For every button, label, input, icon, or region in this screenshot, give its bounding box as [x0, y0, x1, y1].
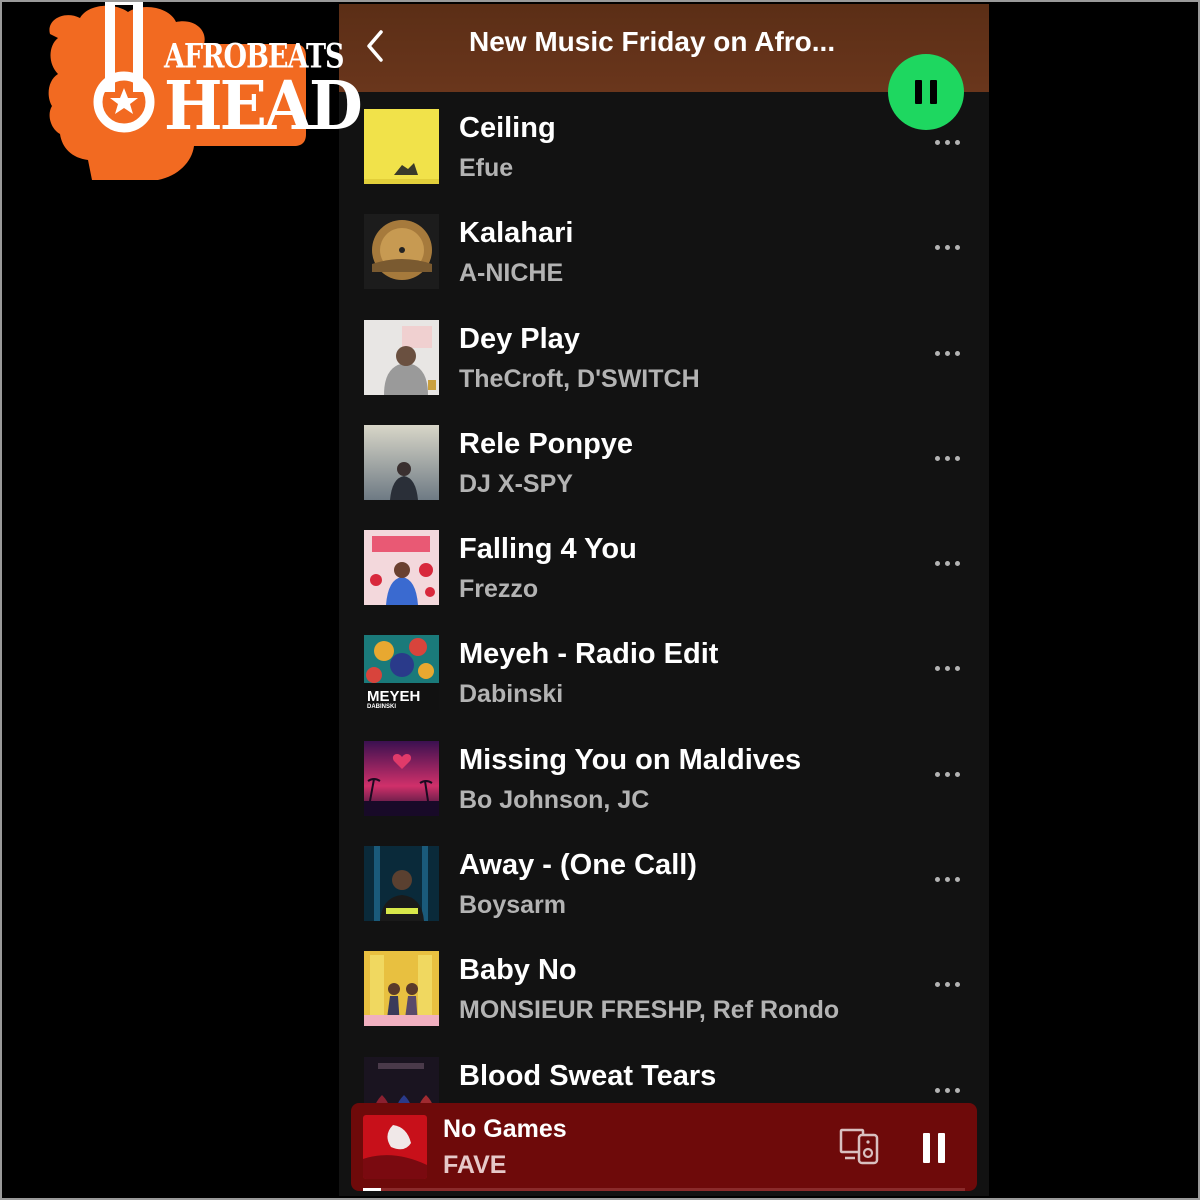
playback-progress-bar[interactable]	[363, 1188, 965, 1191]
track-artist: Bo Johnson, JC	[459, 785, 650, 814]
playlist-title: New Music Friday on Afro...	[469, 26, 836, 57]
now-playing-bar[interactable]: No Games FAVE	[351, 1103, 977, 1191]
track-row[interactable]: Rele Ponpye DJ X-SPY	[339, 420, 989, 525]
track-row[interactable]: Kalahari A-NICHE	[339, 209, 989, 314]
track-artist: DJ X-SPY	[459, 469, 573, 498]
more-options-button[interactable]	[935, 557, 965, 571]
track-title: Missing You on Maldives	[459, 743, 802, 776]
more-options-button[interactable]	[935, 662, 965, 676]
pause-icon-bar	[930, 80, 937, 104]
track-row[interactable]: Dey Play TheCroft, D'SWITCH	[339, 315, 989, 420]
album-cover	[364, 951, 439, 1027]
track-title: Blood Sweat Tears	[459, 1059, 717, 1092]
track-title: Away - (One Call)	[459, 849, 697, 882]
track-title: Rele Ponpye	[459, 427, 634, 460]
logo-wordmark: AFROBEATS HEAD	[164, 40, 363, 139]
more-options-button[interactable]	[935, 241, 965, 255]
now-playing-cover	[363, 1115, 427, 1179]
more-options-button[interactable]	[935, 768, 965, 782]
pause-icon	[923, 1133, 930, 1163]
track-row[interactable]: Away - (One Call) Boysarm	[339, 841, 989, 946]
track-title: Ceiling	[459, 112, 556, 144]
afrobeats-head-logo: AFROBEATS HEAD	[44, 0, 363, 182]
album-cover	[364, 214, 439, 290]
track-artist: Efue	[459, 154, 514, 182]
track-list: Ceiling Efue Kalahari A-NICHE Dey Play T…	[339, 104, 989, 1157]
spotify-playlist-screen: New Music Friday on Afro... Ceiling Efue	[339, 4, 989, 1196]
track-artist: MONSIEUR FRESHP, Ref Rondo	[459, 996, 840, 1025]
playback-progress-fill	[363, 1188, 382, 1191]
album-cover: MEYEH DABINSKI	[364, 635, 439, 711]
more-options-button[interactable]	[935, 136, 965, 150]
track-title: Kalahari	[459, 217, 574, 250]
track-row[interactable]: Missing You on Maldives Bo Johnson, JC	[339, 736, 989, 841]
track-row[interactable]: MEYEH DABINSKI Meyeh - Radio Edit Dabins…	[339, 630, 989, 735]
album-cover	[364, 740, 439, 816]
track-artist: Boysarm	[459, 891, 566, 920]
more-options-button[interactable]	[935, 347, 965, 361]
album-cover	[364, 424, 439, 500]
logo-line-2: HEAD	[164, 66, 363, 146]
pause-icon	[915, 80, 922, 104]
mini-pause-button[interactable]	[919, 1133, 949, 1163]
cover-subtext: DABINSKI	[367, 704, 396, 710]
track-title: Falling 4 You	[459, 533, 637, 566]
more-options-button[interactable]	[935, 452, 965, 466]
album-cover	[364, 846, 439, 922]
track-title: Dey Play	[459, 322, 580, 355]
more-options-button[interactable]	[935, 1084, 965, 1098]
connect-device-button[interactable]	[839, 1127, 881, 1165]
track-artist: TheCroft, D'SWITCH	[459, 364, 700, 393]
track-row[interactable]: Baby No MONSIEUR FRESHP, Ref Rondo	[339, 946, 989, 1051]
pause-icon-bar	[938, 1133, 945, 1163]
track-row[interactable]: Ceiling Efue	[339, 104, 989, 209]
album-cover	[364, 109, 439, 184]
more-options-button[interactable]	[935, 978, 965, 992]
track-title: Baby No	[459, 954, 577, 987]
cover-text: MEYEH	[367, 688, 420, 705]
album-cover	[364, 530, 439, 606]
track-artist: A-NICHE	[459, 259, 564, 288]
more-options-button[interactable]	[935, 873, 965, 887]
back-button[interactable]	[361, 26, 393, 66]
track-title: Meyeh - Radio Edit	[459, 638, 719, 671]
now-playing-title: No Games	[443, 1115, 567, 1143]
track-row[interactable]: Falling 4 You Frezzo	[339, 525, 989, 630]
track-artist: Dabinski	[459, 680, 564, 709]
album-cover	[364, 319, 439, 395]
now-playing-artist: FAVE	[443, 1151, 507, 1179]
devices-icon	[839, 1128, 879, 1165]
chevron-left-icon	[367, 30, 383, 62]
track-artist: Frezzo	[459, 575, 539, 604]
play-pause-button[interactable]	[888, 54, 964, 130]
